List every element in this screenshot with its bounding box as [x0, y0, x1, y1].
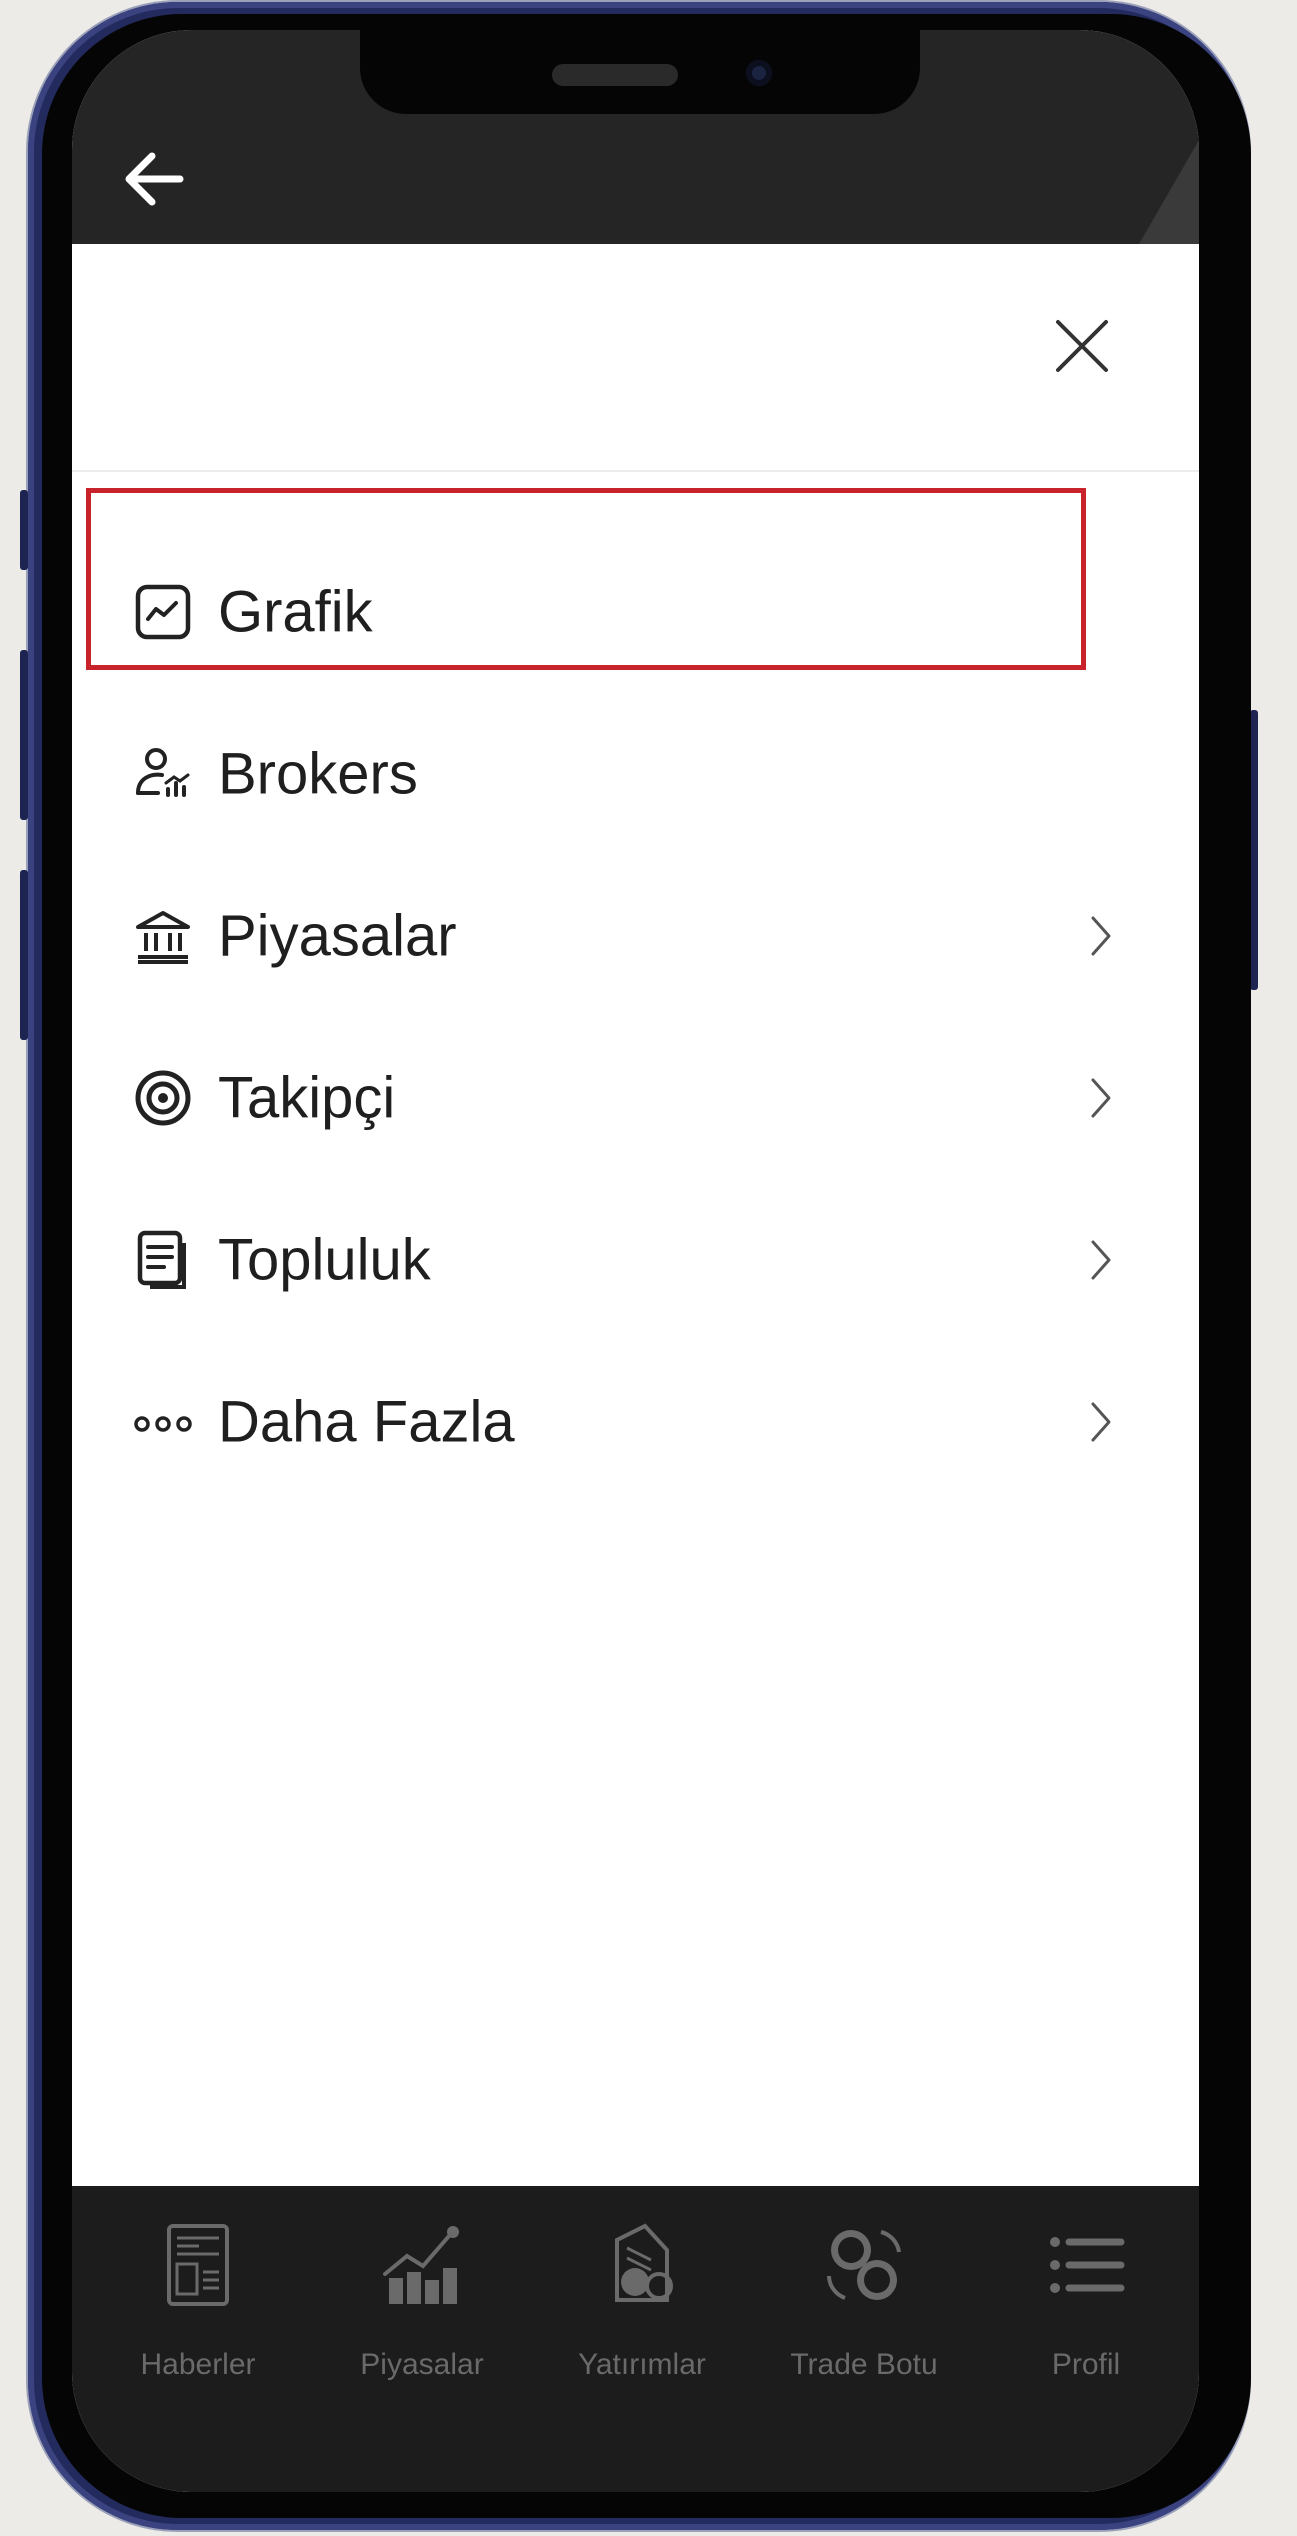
menu-item-piyasalar[interactable]: Piyasalar — [72, 856, 1199, 1016]
target-icon — [135, 1070, 191, 1126]
chevron-right-icon — [1091, 1402, 1111, 1442]
nav-item-trade-botu[interactable]: Trade Botu — [764, 2220, 964, 2420]
close-icon[interactable] — [1050, 314, 1114, 378]
document-icon — [137, 1230, 186, 1289]
market-growth-icon — [383, 2226, 459, 2304]
highlight-box — [86, 488, 1086, 670]
screen-glare — [1139, 140, 1199, 244]
app-top-bar — [72, 30, 1199, 244]
menu-item-label: Takipçi — [218, 1065, 396, 1131]
bank-icon — [136, 911, 190, 964]
brokers-icon — [136, 748, 190, 797]
nav-label: Yatırımlar — [578, 2348, 706, 2381]
more-dots-icon — [134, 1416, 192, 1432]
front-camera — [746, 60, 772, 86]
notch — [360, 30, 920, 114]
nav-label: Haberler — [140, 2348, 256, 2381]
nav-label: Piyasalar — [360, 2348, 484, 2381]
list-menu-icon — [1050, 2237, 1125, 2293]
investments-icon — [615, 2223, 673, 2302]
newspaper-icon — [167, 2224, 229, 2306]
nav-item-piyasalar[interactable]: Piyasalar — [322, 2220, 522, 2420]
menu-item-label: Brokers — [218, 741, 418, 807]
stage: Grafik Brokers Piyasalar Takipçi Toplulu… — [0, 0, 1297, 2536]
chevron-right-icon — [1091, 1078, 1111, 1118]
nav-item-haberler[interactable]: Haberler — [98, 2220, 298, 2420]
chevron-right-icon — [1091, 916, 1111, 956]
speaker-grille — [552, 64, 678, 86]
menu-item-daha-fazla[interactable]: Daha Fazla — [72, 1342, 1199, 1502]
menu-item-label: Daha Fazla — [218, 1389, 515, 1455]
back-arrow-icon[interactable] — [118, 144, 188, 214]
side-button-left-1 — [20, 490, 28, 570]
side-button-left-2 — [20, 650, 28, 820]
phone-screen: Grafik Brokers Piyasalar Takipçi Toplulu… — [72, 30, 1199, 2492]
chevron-right-icon — [1091, 1240, 1111, 1280]
nav-item-yatirimlar[interactable]: Yatırımlar — [542, 2220, 742, 2420]
menu-item-topluluk[interactable]: Topluluk — [72, 1180, 1199, 1340]
bottom-nav: Haberler Piyasalar Yatırımlar Trade Botu… — [72, 2186, 1199, 2492]
side-button-left-3 — [20, 870, 28, 1040]
menu-item-label: Topluluk — [218, 1227, 431, 1293]
menu-item-label: Piyasalar — [218, 903, 457, 969]
nav-item-profil[interactable]: Profil — [986, 2220, 1186, 2420]
menu-header — [72, 244, 1199, 472]
nav-label: Trade Botu — [790, 2348, 938, 2381]
crypto-exchange-icon — [827, 2230, 901, 2300]
side-button-right — [1250, 710, 1258, 990]
menu-item-takipci[interactable]: Takipçi — [72, 1018, 1199, 1178]
menu-item-brokers[interactable]: Brokers — [72, 694, 1199, 854]
nav-label: Profil — [1051, 2348, 1121, 2381]
